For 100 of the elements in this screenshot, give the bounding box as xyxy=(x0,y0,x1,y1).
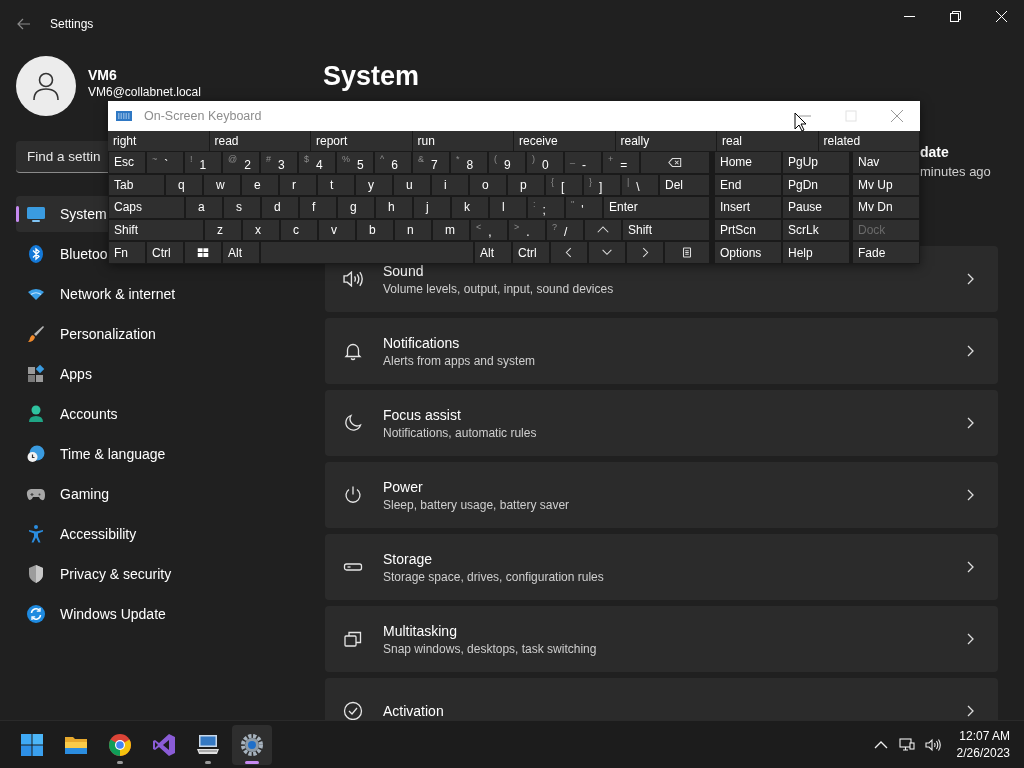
key[interactable]: Mv Up xyxy=(852,173,920,197)
key[interactable]: s xyxy=(223,196,261,219)
key[interactable]: < , xyxy=(470,218,508,242)
key[interactable]: e xyxy=(241,173,279,197)
word-suggestion[interactable]: real xyxy=(717,131,819,151)
key[interactable]: ^ 6 xyxy=(374,151,412,174)
key[interactable]: ScrLk xyxy=(782,218,850,242)
key[interactable]: Fade xyxy=(852,241,920,264)
key[interactable]: Tab xyxy=(108,173,165,197)
settings-card[interactable]: Storage Storage space, drives, configuration rules xyxy=(325,534,998,600)
key[interactable]: @ 2 xyxy=(222,151,260,174)
word-suggestion[interactable]: report xyxy=(311,131,413,151)
key[interactable]: Pause xyxy=(782,196,850,219)
key[interactable]: Options xyxy=(714,241,782,264)
key[interactable]: > . xyxy=(508,218,546,242)
key[interactable]: Esc xyxy=(108,151,146,174)
nav-item[interactable]: Time & language xyxy=(16,436,300,472)
key[interactable]: g xyxy=(337,196,375,219)
key[interactable]: u xyxy=(393,173,431,197)
key[interactable]: Mv Dn xyxy=(852,196,920,219)
word-suggestion[interactable]: read xyxy=(209,131,311,151)
nav-item[interactable]: Network & internet xyxy=(16,276,300,312)
key[interactable]: ? / xyxy=(546,218,584,242)
key[interactable]: Ctrl xyxy=(146,241,184,264)
key[interactable]: Alt xyxy=(474,241,512,264)
key[interactable] xyxy=(664,241,710,264)
key[interactable]: o xyxy=(469,173,507,197)
word-suggestion[interactable]: right xyxy=(108,131,210,151)
key[interactable]: x xyxy=(242,218,280,242)
key[interactable]: y xyxy=(355,173,393,197)
nav-item[interactable]: Personalization xyxy=(16,316,300,352)
settings-card[interactable]: Focus assist Notifications, automatic rules xyxy=(325,390,998,456)
key[interactable]: Ctrl xyxy=(512,241,550,264)
key[interactable]: % 5 xyxy=(336,151,374,174)
key[interactable] xyxy=(184,241,222,264)
key[interactable]: & 7 xyxy=(412,151,450,174)
settings-card[interactable]: Multitasking Snap windows, desktops, task switching xyxy=(325,606,998,672)
key[interactable]: * 8 xyxy=(450,151,488,174)
key[interactable]: h xyxy=(375,196,413,219)
settings-card[interactable]: Activation xyxy=(325,678,998,720)
key[interactable]: d xyxy=(261,196,299,219)
key[interactable]: End xyxy=(714,173,782,197)
key[interactable]: Shift xyxy=(108,218,204,242)
settings-card[interactable]: Power Sleep, battery usage, battery saver xyxy=(325,462,998,528)
key[interactable]: f xyxy=(299,196,337,219)
key[interactable]: l xyxy=(489,196,527,219)
key[interactable]: w xyxy=(203,173,241,197)
key[interactable]: : ; xyxy=(527,196,565,219)
key[interactable]: n xyxy=(394,218,432,242)
key[interactable]: Alt xyxy=(222,241,260,264)
key[interactable] xyxy=(640,151,710,174)
word-suggestion[interactable]: receive xyxy=(514,131,616,151)
key[interactable]: $ 4 xyxy=(298,151,336,174)
key[interactable]: " ' xyxy=(565,196,603,219)
key[interactable]: # 3 xyxy=(260,151,298,174)
key[interactable]: Help xyxy=(782,241,850,264)
key[interactable]: k xyxy=(451,196,489,219)
volume-icon[interactable] xyxy=(924,736,941,753)
key[interactable]: Shift xyxy=(622,218,710,242)
back-arrow-icon[interactable] xyxy=(16,16,32,32)
nav-item[interactable]: Windows Update xyxy=(16,596,300,632)
key[interactable]: PgDn xyxy=(782,173,850,197)
key[interactable]: a xyxy=(185,196,223,219)
key[interactable]: Insert xyxy=(714,196,782,219)
network-icon[interactable] xyxy=(898,736,915,753)
word-suggestion[interactable]: really xyxy=(615,131,717,151)
key[interactable]: v xyxy=(318,218,356,242)
key[interactable]: ( 9 xyxy=(488,151,526,174)
key[interactable]: m xyxy=(432,218,470,242)
key[interactable]: PrtScn xyxy=(714,218,782,242)
key[interactable]: j xyxy=(413,196,451,219)
nav-item[interactable]: Accounts xyxy=(16,396,300,432)
key[interactable]: Fn xyxy=(108,241,146,264)
key[interactable]: } ] xyxy=(583,173,621,197)
key[interactable]: Home xyxy=(714,151,782,174)
key[interactable]: | \ xyxy=(621,173,659,197)
nav-item[interactable]: Privacy & security xyxy=(16,556,300,592)
taskbar-app[interactable] xyxy=(232,724,272,765)
key[interactable]: i xyxy=(431,173,469,197)
key[interactable]: { [ xyxy=(545,173,583,197)
nav-item[interactable]: Accessibility xyxy=(16,516,300,552)
key[interactable]: r xyxy=(279,173,317,197)
nav-item[interactable]: Apps xyxy=(16,356,300,392)
key[interactable]: PgUp xyxy=(782,151,850,174)
word-suggestion[interactable]: run xyxy=(412,131,514,151)
key[interactable]: q xyxy=(165,173,203,197)
key[interactable]: p xyxy=(507,173,545,197)
avatar[interactable] xyxy=(16,56,76,116)
key[interactable]: ~ ` xyxy=(146,151,184,174)
key[interactable]: t xyxy=(317,173,355,197)
key[interactable]: z xyxy=(204,218,242,242)
key[interactable]: Enter xyxy=(603,196,710,219)
key[interactable]: _ - xyxy=(564,151,602,174)
key[interactable]: ) 0 xyxy=(526,151,564,174)
key[interactable]: Nav xyxy=(852,151,920,174)
key[interactable]: Caps xyxy=(108,196,185,219)
nav-item[interactable]: Gaming xyxy=(16,476,300,512)
word-suggestion[interactable]: related xyxy=(818,131,920,151)
key[interactable]: Del xyxy=(659,173,710,197)
key[interactable]: + = xyxy=(602,151,640,174)
